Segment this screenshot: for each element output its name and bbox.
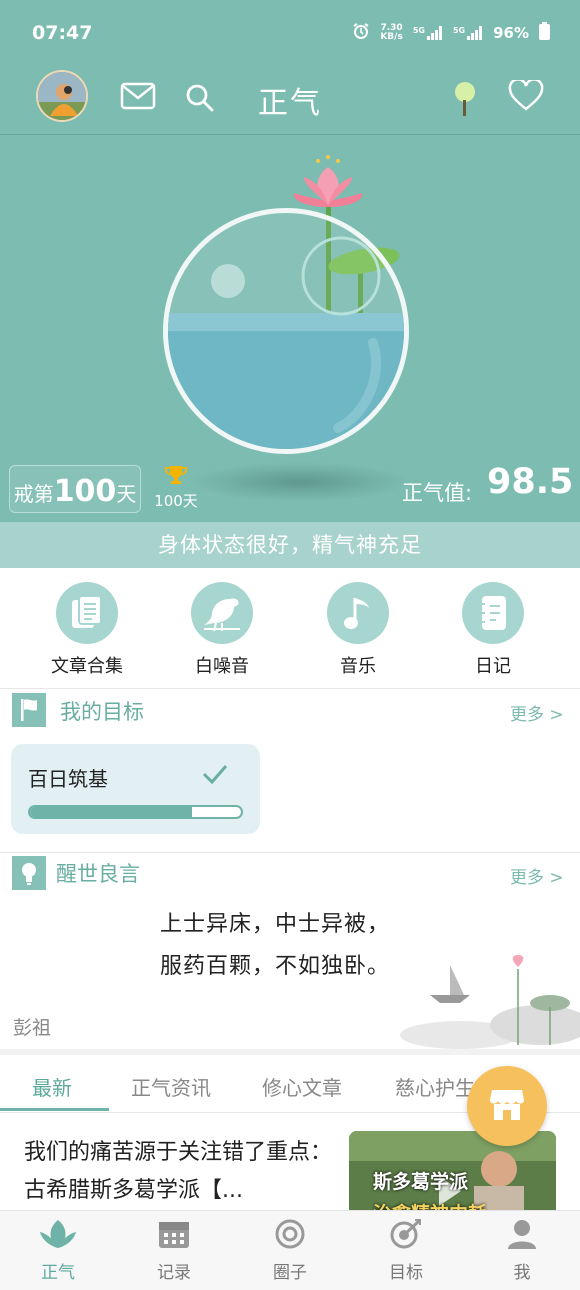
nav-goals[interactable]: 目标 (348, 1218, 464, 1283)
status-time: 07:47 (32, 22, 93, 44)
signal-icon: 5G (413, 26, 443, 40)
goal-name: 百日筑基 (28, 767, 108, 791)
trophy-icon (152, 464, 200, 490)
calendar-icon (116, 1218, 232, 1254)
goal-progress-fill (30, 807, 193, 817)
quotes-title: 醒世良言 (56, 862, 140, 886)
ink-landscape-illustration (400, 955, 580, 1053)
quote-author: 彭祖 (13, 1017, 52, 1039)
nav-zhengqi[interactable]: 正气 (0, 1218, 116, 1283)
thumb-caption-1: 斯多葛学派 (373, 1171, 469, 1193)
tab-news[interactable]: 正气资讯 (131, 1072, 211, 1101)
quick-action-label: 日记 (475, 656, 511, 677)
quote-line-2: 服药百颗，不如独卧。 (160, 954, 391, 979)
quick-action-label: 音乐 (340, 656, 376, 677)
heart-icon[interactable] (508, 78, 544, 116)
nav-label: 圈子 (273, 1263, 307, 1283)
news-title[interactable]: 我们的痛苦源于关注错了重点：古希腊斯多葛学派【... (24, 1134, 342, 1210)
quotes-more-link[interactable]: 更多 > (510, 863, 564, 888)
lotus-icon (0, 1218, 116, 1254)
nav-circle[interactable]: 圈子 (232, 1218, 348, 1283)
quick-action-label: 文章合集 (51, 656, 123, 677)
tab-articles[interactable]: 修心文章 (262, 1072, 342, 1101)
nav-records[interactable]: 记录 (116, 1218, 232, 1283)
bowl-shadow (190, 462, 410, 502)
days-value: 100 (53, 474, 117, 509)
net-speed-unit: KB/s (380, 32, 403, 42)
document-icon (56, 582, 118, 644)
circle-icon (232, 1218, 348, 1254)
music-note-icon (327, 582, 389, 644)
tab-protect-life[interactable]: 慈心护生 (395, 1072, 475, 1101)
quick-action-diary[interactable]: 日记 (438, 582, 548, 678)
zhengqi-label: 正气值: (402, 481, 473, 505)
status-icons: 7.30 KB/s 5G 5G 96% (352, 22, 550, 44)
nav-me[interactable]: 我 (464, 1218, 580, 1283)
page-title: 正气 (258, 86, 322, 121)
nav-label: 我 (513, 1263, 531, 1283)
target-icon (348, 1218, 464, 1254)
nav-label: 目标 (389, 1263, 423, 1283)
goals-title: 我的目标 (60, 700, 144, 724)
news-thumbnail[interactable]: 斯多葛学派 治愈精神内耗 (349, 1131, 556, 1216)
quote-line-1: 上士异床，中士异被， (160, 912, 391, 937)
abstain-days-box[interactable]: 戒第 100 天 (9, 465, 141, 513)
divider (0, 688, 580, 689)
signal-icon-2: 5G (453, 26, 483, 40)
nav-label: 记录 (157, 1263, 191, 1283)
signal-2-label: 5G (452, 26, 466, 35)
diary-icon (462, 582, 524, 644)
trophy-label: 100天 (154, 492, 198, 510)
nav-label: 正气 (41, 1263, 75, 1283)
quick-action-music[interactable]: 音乐 (303, 582, 413, 678)
trophy-badge[interactable]: 100天 (152, 464, 200, 511)
quick-action-label: 白噪音 (195, 656, 249, 677)
alarm-icon (352, 22, 370, 44)
check-icon (202, 763, 228, 789)
store-icon (488, 1086, 526, 1126)
lightbulb-icon (12, 856, 46, 890)
section-divider (0, 1049, 580, 1055)
bird-icon (191, 582, 253, 644)
battery-icon (539, 22, 550, 44)
goals-more-link[interactable]: 更多 > (510, 700, 564, 725)
water-bowl (163, 208, 409, 454)
shop-fab-button[interactable] (467, 1066, 547, 1146)
days-suffix: 天 (116, 482, 137, 506)
battery-label: 96% (493, 24, 529, 42)
net-speed: 7.30 KB/s (380, 24, 402, 42)
header-divider (0, 134, 580, 135)
body-status-banner: 身体状态很好，精气神充足 (0, 522, 580, 568)
quick-action-white-noise[interactable]: 白噪音 (167, 582, 277, 678)
quick-action-articles[interactable]: 文章合集 (32, 582, 142, 678)
tab-underline (0, 1108, 109, 1111)
signal-1-label: 5G (412, 26, 425, 35)
tree-icon[interactable] (452, 80, 478, 122)
user-icon (464, 1218, 580, 1254)
zhengqi-value: 98.5 (487, 462, 574, 502)
tab-latest[interactable]: 最新 (32, 1072, 72, 1101)
days-prefix: 戒第 (13, 482, 54, 506)
goal-progress-bar (28, 805, 243, 819)
flag-icon (12, 693, 46, 727)
divider (0, 852, 580, 853)
